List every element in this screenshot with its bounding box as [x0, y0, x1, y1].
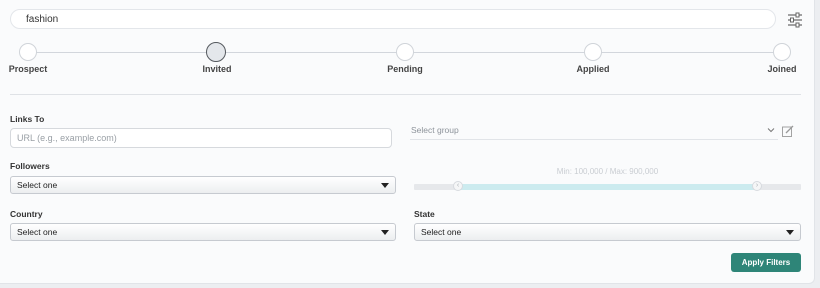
followers-select[interactable]: Select one — [10, 176, 396, 194]
group-select-placeholder: Select group — [411, 125, 459, 135]
followers-selected: Select one — [17, 180, 58, 190]
stage-node-applied[interactable] — [584, 43, 602, 61]
chevron-down-icon — [767, 128, 775, 133]
caret-down-icon — [786, 230, 794, 235]
filter-settings-icon[interactable] — [787, 12, 803, 28]
followers-range-text: Min: 100,000 / Max: 900,000 — [556, 167, 659, 176]
stage-label-applied: Applied — [576, 64, 610, 74]
state-select[interactable]: Select one — [414, 223, 801, 241]
stage-label-invited: Invited — [202, 64, 232, 74]
state-label: State — [414, 209, 435, 219]
stage-label-pending: Pending — [387, 64, 423, 74]
stage-node-pending[interactable] — [396, 43, 414, 61]
url-input[interactable] — [10, 128, 392, 148]
apply-filters-button[interactable]: Apply Filters — [731, 253, 801, 272]
stage-label-joined: Joined — [767, 64, 797, 74]
followers-range-slider[interactable]: ‹ › — [414, 181, 801, 191]
state-selected: Select one — [421, 227, 462, 237]
followers-label: Followers — [10, 161, 50, 171]
caret-down-icon — [381, 183, 389, 188]
group-select[interactable]: Select group — [410, 124, 778, 140]
search-input[interactable] — [10, 9, 776, 29]
filter-panel: Prospect Invited Pending Applied Joined … — [0, 0, 815, 284]
slider-min-handle[interactable]: ‹ — [453, 181, 463, 191]
section-divider — [10, 94, 801, 95]
slider-range-fill — [458, 184, 757, 190]
stage-label-prospect: Prospect — [8, 64, 48, 74]
country-select[interactable]: Select one — [10, 223, 396, 241]
stage-node-invited[interactable] — [206, 42, 226, 62]
caret-down-icon — [381, 230, 389, 235]
slider-max-handle[interactable]: › — [752, 181, 762, 191]
stage-node-joined[interactable] — [773, 43, 791, 61]
links-to-label: Links To — [10, 114, 45, 124]
stage-node-prospect[interactable] — [19, 43, 37, 61]
edit-icon[interactable] — [782, 125, 794, 137]
country-label: Country — [10, 209, 43, 219]
country-selected: Select one — [17, 227, 58, 237]
